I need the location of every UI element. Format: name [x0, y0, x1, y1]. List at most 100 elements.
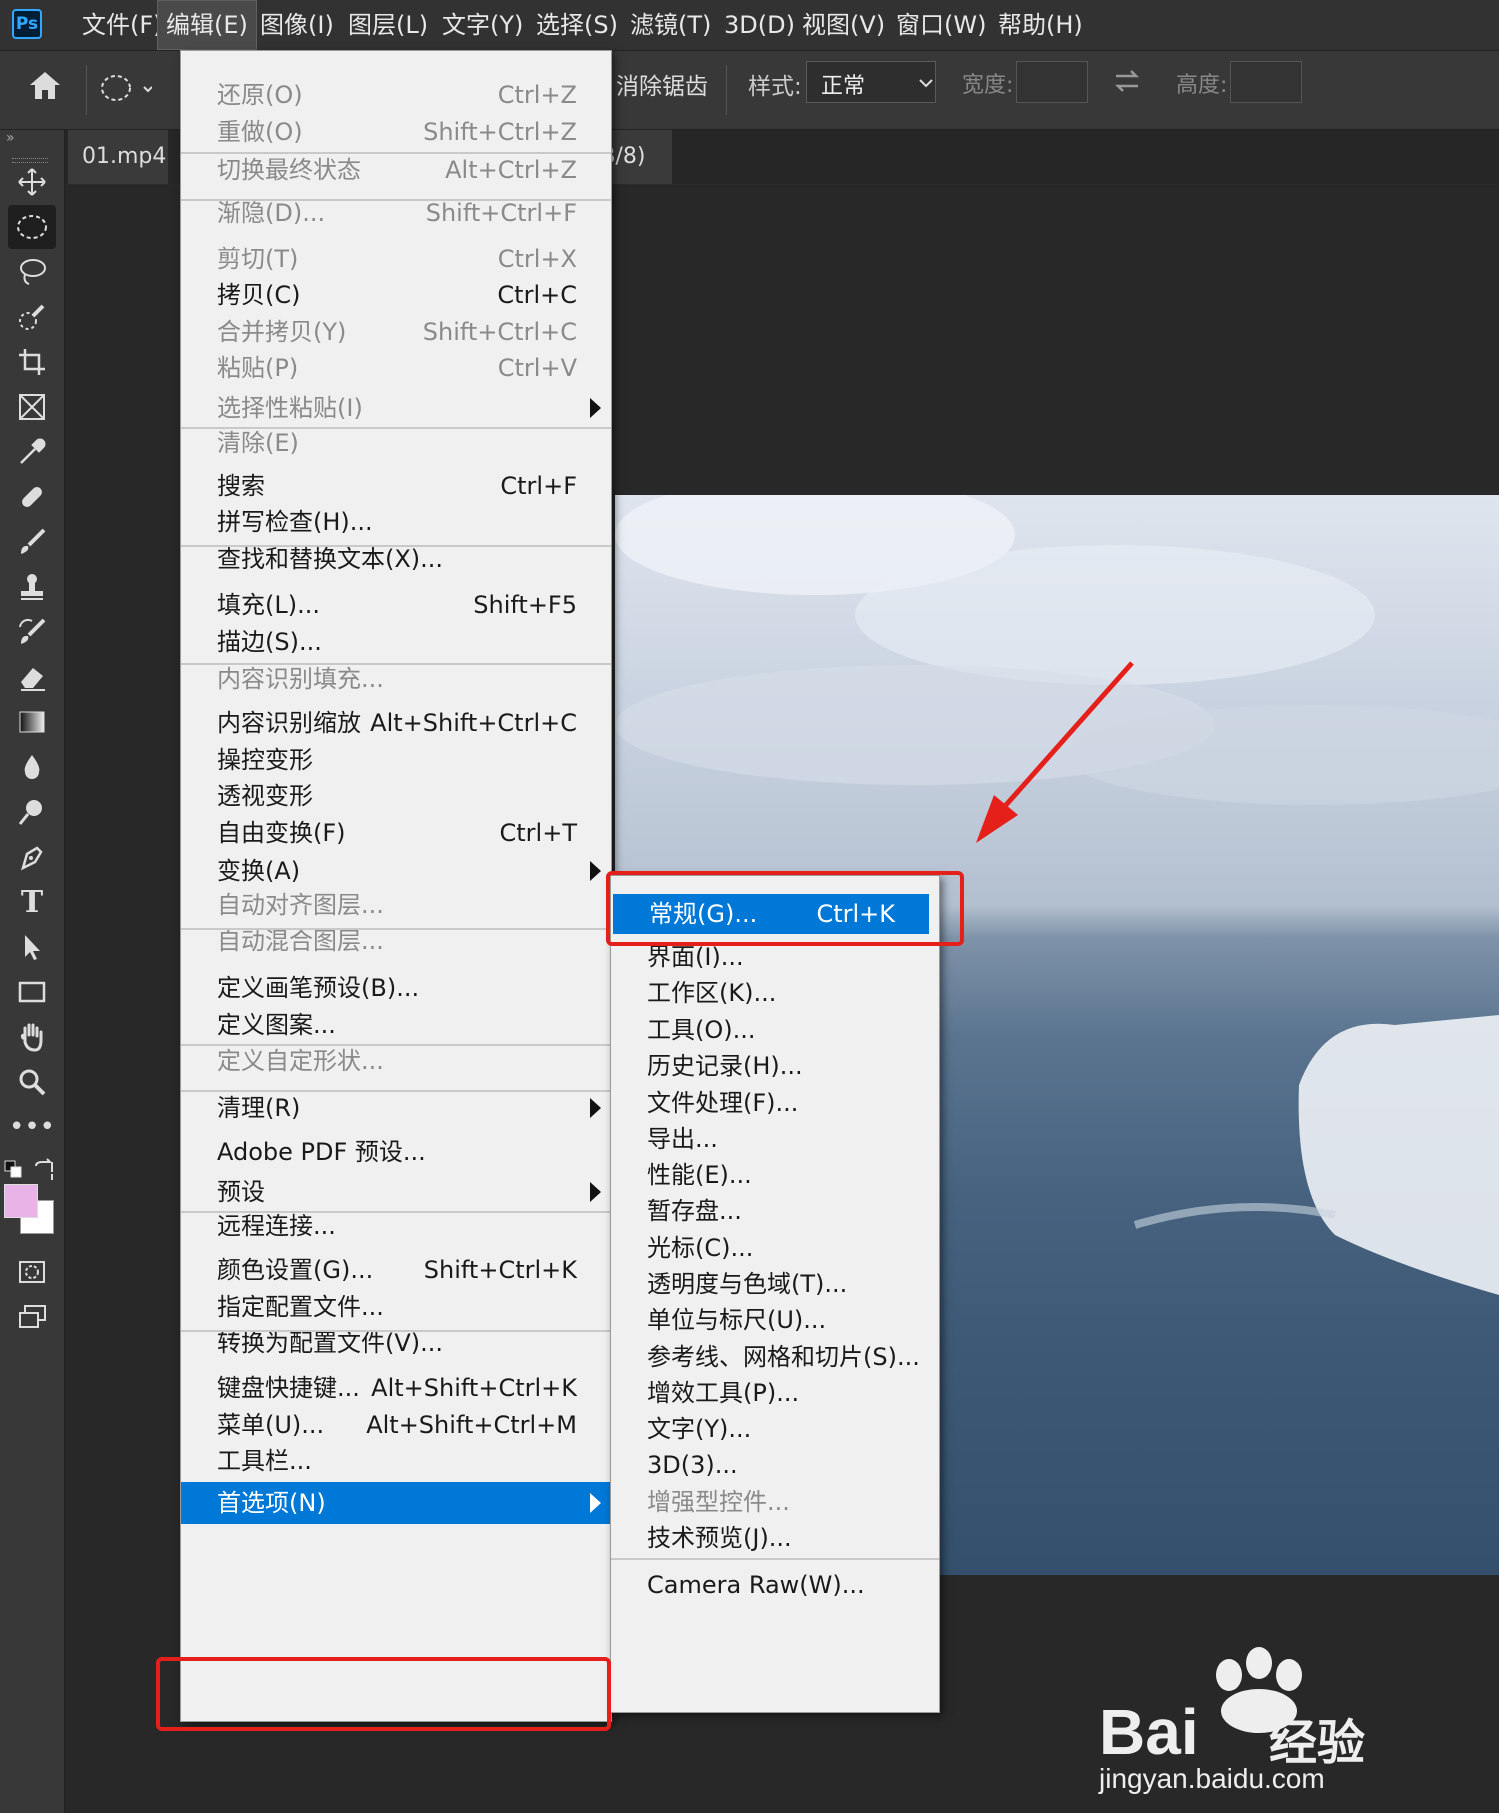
prefs-menu-item[interactable]: 工具(O)... — [611, 1011, 939, 1049]
menu-item-label: 清除(E) — [217, 429, 299, 457]
edit-menu-item[interactable]: 操控变形 — [181, 741, 611, 779]
edit-menu-item[interactable]: Adobe PDF 预设... — [181, 1133, 611, 1171]
prefs-menu-item[interactable]: 历史记录(H)... — [611, 1047, 939, 1085]
edit-menu-item[interactable]: 剪切(T) Ctrl+X — [181, 240, 611, 278]
edit-menu-item[interactable]: 选择性粘贴(I) — [181, 389, 611, 427]
prefs-menu-item[interactable]: 3D(3)... — [611, 1446, 939, 1484]
prefs-menu-item[interactable]: 暂存盘... — [611, 1192, 939, 1230]
edit-menu-item[interactable]: 内容识别填充... — [181, 660, 611, 698]
brush-icon[interactable] — [8, 520, 56, 564]
screen-mode-icon[interactable] — [8, 1295, 56, 1339]
more-tools-icon[interactable]: ••• — [8, 1105, 56, 1149]
edit-menu-item[interactable]: 工具栏... — [181, 1442, 611, 1480]
prefs-menu-item[interactable]: 文件处理(F)... — [611, 1084, 939, 1122]
menu-edit[interactable]: 编辑(E) — [157, 0, 257, 50]
edit-menu-item[interactable]: 还原(O) Ctrl+Z — [181, 76, 611, 114]
path-select-icon[interactable] — [8, 925, 56, 969]
prefs-menu-item[interactable]: 透明度与色域(T)... — [611, 1265, 939, 1303]
edit-menu-item[interactable]: 首选项(N) — [181, 1482, 611, 1524]
lasso-icon[interactable] — [8, 250, 56, 294]
tab-document-1[interactable]: 01.mp4 — [68, 130, 168, 184]
quick-select-icon[interactable] — [8, 295, 56, 339]
edit-menu-item[interactable]: 菜单(U)... Alt+Shift+Ctrl+M — [181, 1406, 611, 1444]
menu-image[interactable]: 图像(I) — [252, 0, 342, 50]
style-select[interactable]: 正常 — [806, 61, 936, 103]
prefs-menu-item[interactable]: 文字(Y)... — [611, 1410, 939, 1448]
elliptical-marquee-icon[interactable] — [8, 205, 56, 249]
menu-filter[interactable]: 滤镜(T) — [622, 0, 719, 50]
edit-menu-item[interactable]: 合并拷贝(Y) Shift+Ctrl+C — [181, 313, 611, 351]
prefs-menu-item[interactable]: 增效工具(P)... — [611, 1374, 939, 1412]
edit-menu-item[interactable]: 预设 — [181, 1173, 611, 1211]
menu-view[interactable]: 视图(V) — [794, 0, 893, 50]
edit-menu-item[interactable]: 自由变换(F) Ctrl+T — [181, 814, 611, 852]
edit-menu-item[interactable]: 定义画笔预设(B)... — [181, 969, 611, 1007]
gradient-icon[interactable] — [8, 700, 56, 744]
prefs-menu-item[interactable]: 性能(E)... — [611, 1156, 939, 1194]
prefs-menu-item[interactable]: 光标(C)... — [611, 1229, 939, 1267]
history-brush-icon[interactable] — [8, 610, 56, 654]
panel-collapse-icon[interactable]: » — [6, 130, 15, 146]
edit-menu-item[interactable]: 变换(A) — [181, 852, 611, 890]
width-input[interactable] — [1016, 61, 1088, 103]
swap-colors-icon[interactable] — [32, 1158, 56, 1182]
default-colors-icon[interactable] — [4, 1160, 24, 1180]
clone-stamp-icon[interactable] — [8, 565, 56, 609]
swap-icon[interactable] — [1112, 66, 1142, 96]
blur-icon[interactable] — [8, 745, 56, 789]
edit-menu-item[interactable]: 颜色设置(G)... Shift+Ctrl+K — [181, 1251, 611, 1289]
edit-menu-item[interactable]: 指定配置文件... — [181, 1288, 611, 1326]
hand-icon[interactable] — [8, 1015, 56, 1059]
prefs-menu-item[interactable]: 参考线、网格和切片(S)... — [611, 1338, 939, 1376]
edit-menu-item[interactable]: 定义自定形状... — [181, 1042, 611, 1080]
eraser-icon[interactable] — [8, 655, 56, 699]
menu-item-shortcut: Shift+Ctrl+K — [423, 1256, 577, 1284]
menu-item-shortcut: Shift+F5 — [473, 591, 577, 619]
antialias-label: 消除锯齿 — [616, 74, 708, 100]
prefs-menu-item[interactable]: 技术预览(J)... — [611, 1519, 939, 1557]
edit-menu-item[interactable]: 描边(S)... — [181, 623, 611, 661]
edit-menu-item[interactable]: 自动对齐图层... — [181, 886, 611, 924]
prefs-menu-item[interactable]: 导出... — [611, 1120, 939, 1158]
prefs-menu-item[interactable]: 单位与标尺(U)... — [611, 1301, 939, 1339]
prefs-menu-item[interactable]: Camera Raw(W)... — [611, 1566, 939, 1604]
foreground-color-swatch[interactable] — [4, 1184, 38, 1218]
prefs-menu-item[interactable]: 增强型控件... — [611, 1483, 939, 1521]
edit-menu-item[interactable]: 拼写检查(H)... — [181, 503, 611, 541]
menu-select[interactable]: 选择(S) — [528, 0, 626, 50]
edit-menu-item[interactable]: 定义图案... — [181, 1006, 611, 1044]
edit-menu-item[interactable]: 搜索 Ctrl+F — [181, 467, 611, 505]
menu-3d[interactable]: 3D(D) — [716, 0, 803, 50]
menu-item-label: 剪切(T) — [217, 245, 299, 273]
zoom-icon[interactable] — [8, 1060, 56, 1104]
type-icon[interactable]: T — [8, 880, 56, 924]
edit-menu-item[interactable]: 内容识别缩放 Alt+Shift+Ctrl+C — [181, 704, 611, 742]
frame-icon[interactable] — [8, 385, 56, 429]
edit-menu-item[interactable]: 切换最终状态 Alt+Ctrl+Z — [181, 151, 611, 189]
edit-menu-item[interactable]: 粘贴(P) Ctrl+V — [181, 349, 611, 387]
edit-menu-item[interactable]: 透视变形 — [181, 777, 611, 815]
move-tool-icon[interactable] — [8, 160, 56, 204]
menu-window[interactable]: 窗口(W) — [888, 0, 994, 50]
eyedropper-icon[interactable] — [8, 430, 56, 474]
rectangle-icon[interactable] — [8, 970, 56, 1014]
prefs-menu-item[interactable]: 工作区(K)... — [611, 974, 939, 1012]
pen-icon[interactable] — [8, 835, 56, 879]
edit-menu-item[interactable]: 拷贝(C) Ctrl+C — [181, 276, 611, 314]
healing-brush-icon[interactable] — [8, 475, 56, 519]
height-input[interactable] — [1230, 61, 1302, 103]
menu-layer[interactable]: 图层(L) — [340, 0, 436, 50]
edit-menu-item[interactable]: 填充(L)... Shift+F5 — [181, 586, 611, 624]
edit-menu-item[interactable]: 重做(O) Shift+Ctrl+Z — [181, 113, 611, 151]
quick-mask-icon[interactable] — [8, 1250, 56, 1294]
edit-menu-item[interactable]: 清除(E) — [181, 424, 611, 462]
edit-menu-item[interactable]: 键盘快捷键... Alt+Shift+Ctrl+K — [181, 1369, 611, 1407]
dodge-icon[interactable] — [8, 790, 56, 834]
menu-help[interactable]: 帮助(H) — [990, 0, 1091, 50]
ellipse-preset-icon[interactable] — [100, 69, 153, 109]
crop-icon[interactable] — [8, 340, 56, 384]
edit-menu-item[interactable]: 清理(R) — [181, 1089, 611, 1127]
home-icon[interactable] — [26, 67, 64, 105]
menu-item-label: 自动对齐图层... — [217, 891, 384, 919]
menu-type[interactable]: 文字(Y) — [434, 0, 531, 50]
